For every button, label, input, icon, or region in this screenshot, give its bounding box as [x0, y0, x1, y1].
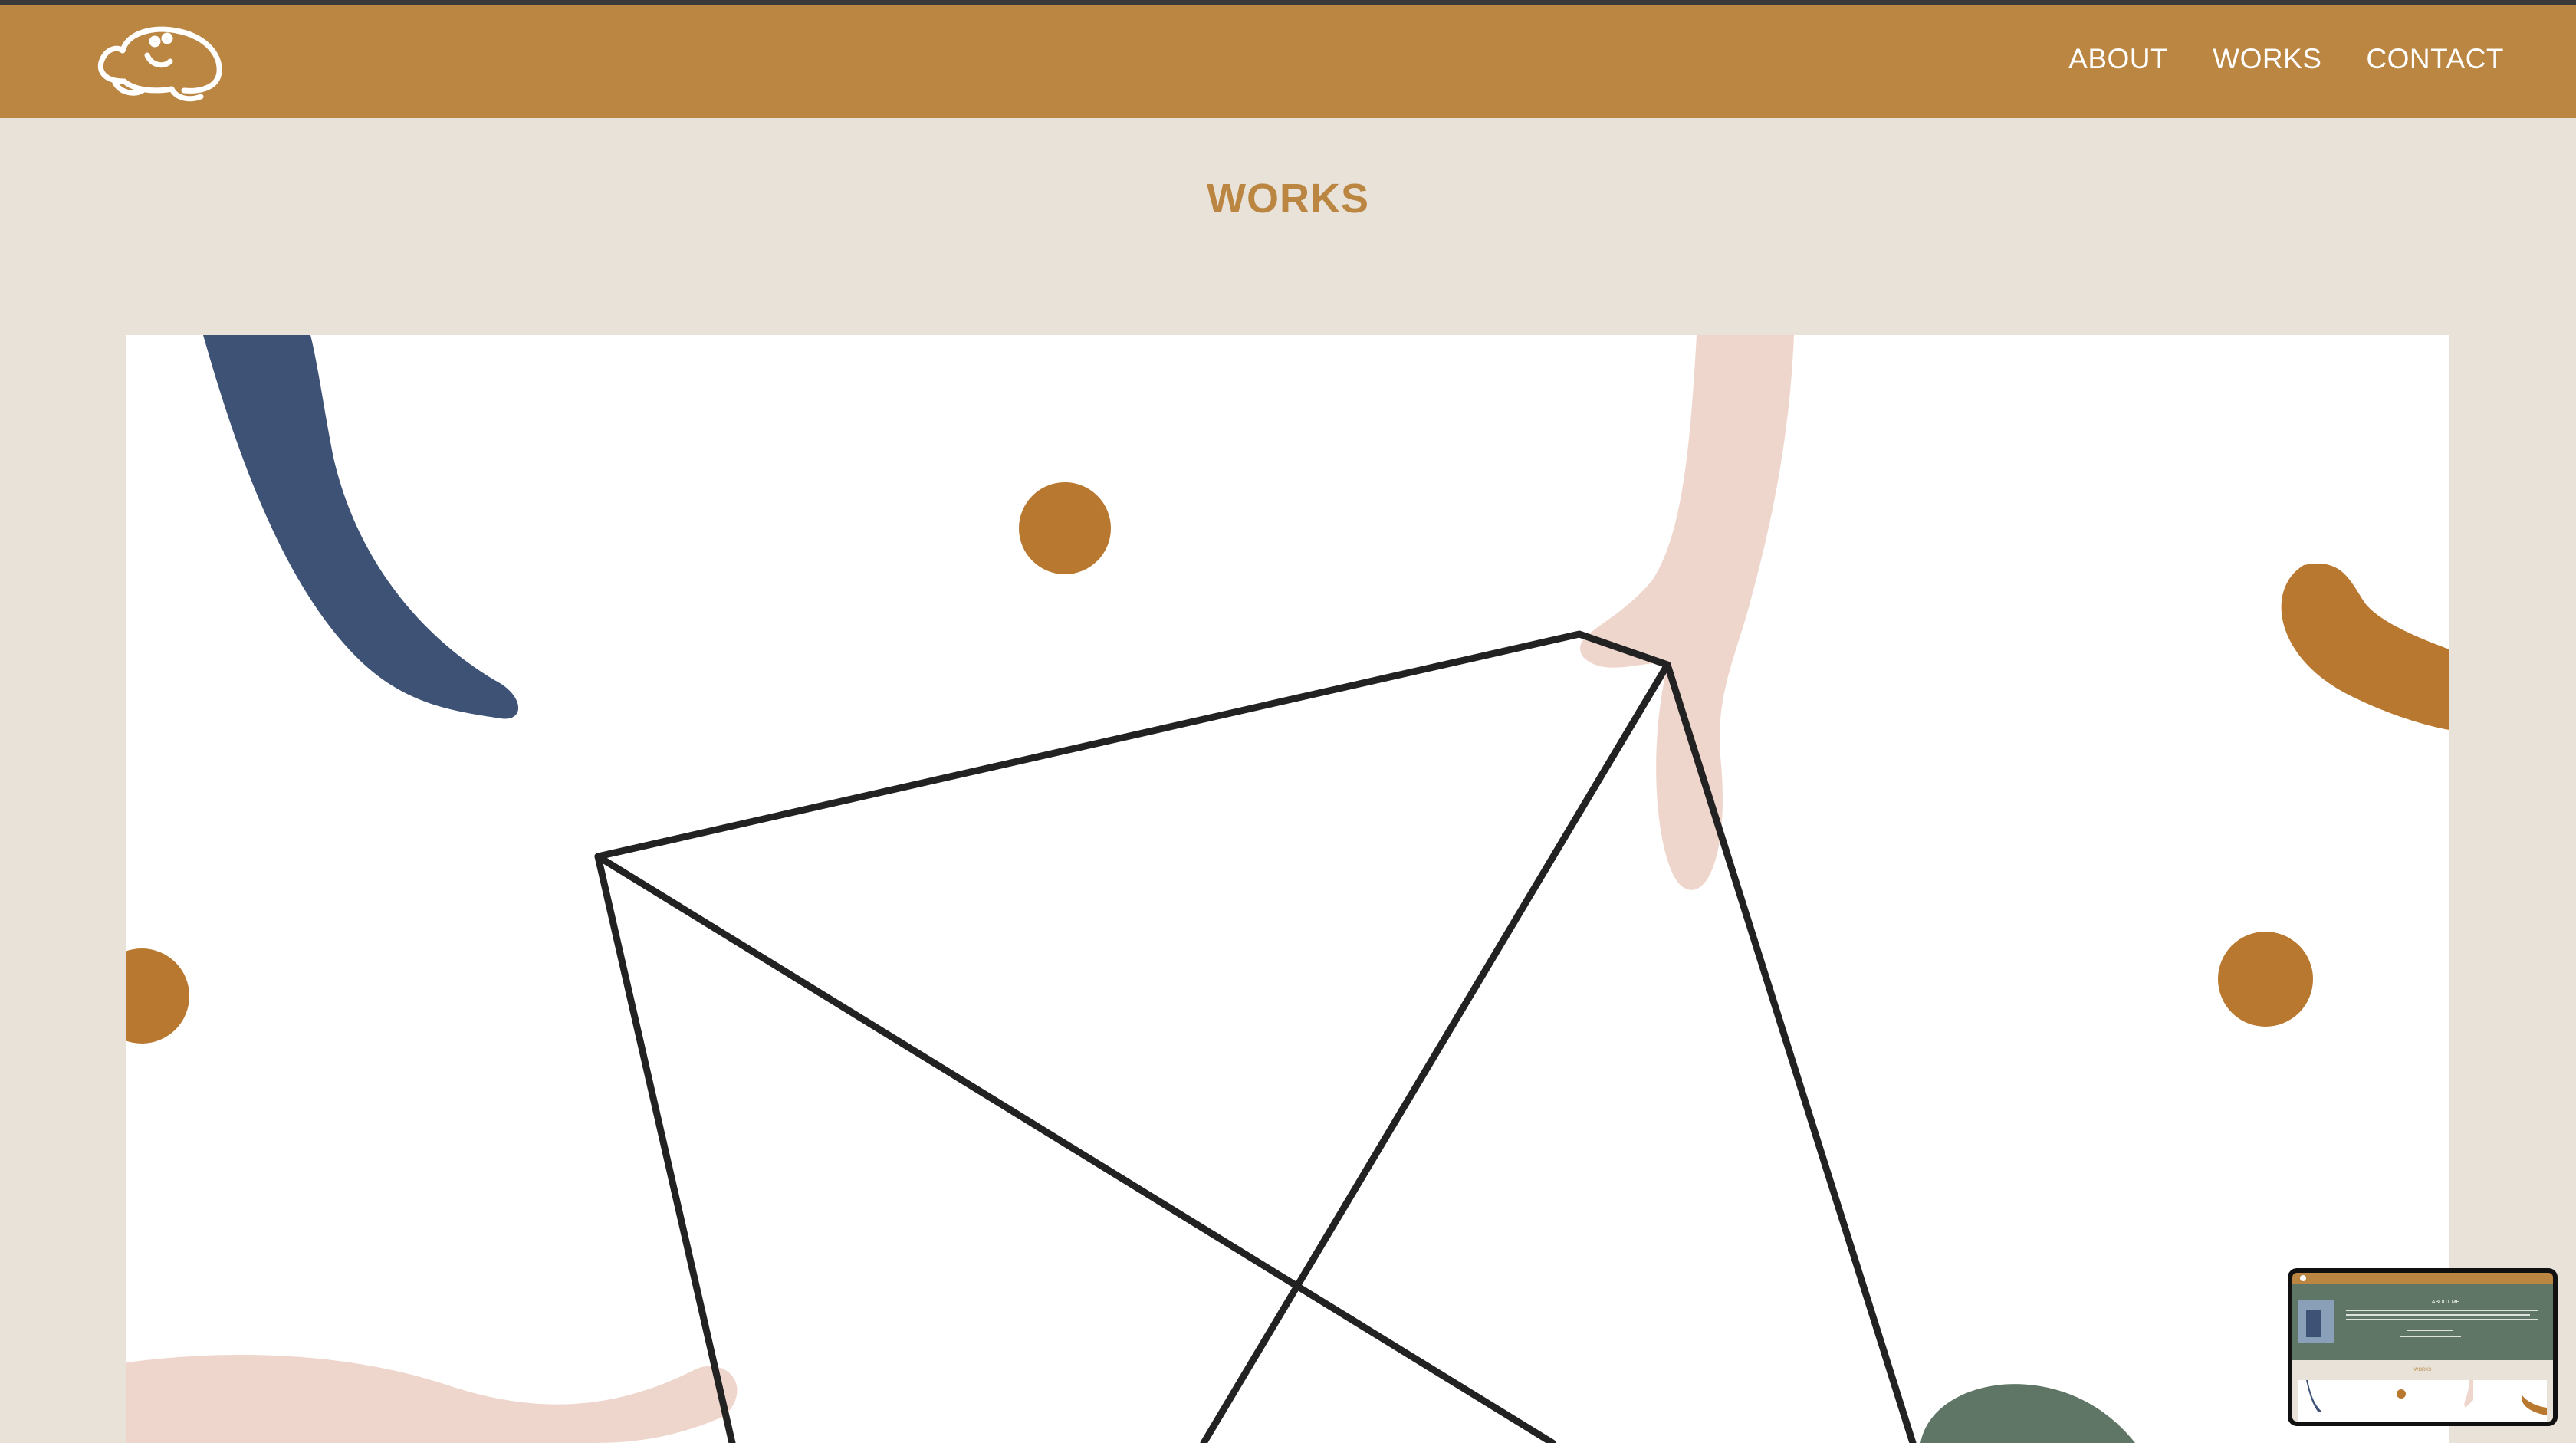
navy-brush-shape: [203, 335, 519, 719]
nav-contact-link[interactable]: CONTACT: [2366, 43, 2504, 75]
kite-outline-shape: [594, 853, 736, 1443]
artwork-image[interactable]: [127, 335, 2450, 1443]
mustard-dot-shape: [1019, 482, 1111, 574]
page-title: WORKS: [1207, 176, 1369, 222]
mustard-dot-shape: [2218, 932, 2313, 1027]
blush-shape: [127, 1355, 738, 1443]
thumbnail-subtitle: WORKS: [2414, 1368, 2432, 1372]
frog-logo-icon[interactable]: [94, 21, 230, 106]
mustard-hook-shape: [2281, 564, 2450, 730]
kite-outline-shape: [1200, 661, 1671, 1443]
page-preview-thumbnail[interactable]: ABOUT ME WORKS: [2288, 1268, 2558, 1426]
mustard-dot-shape: [127, 948, 189, 1044]
blush-shape: [1580, 335, 1794, 890]
kite-outline-shape: [594, 853, 1556, 1443]
site-header: ABOUT WORKS CONTACT: [0, 5, 2576, 118]
main-nav: ABOUT WORKS CONTACT: [2068, 43, 2504, 75]
nav-works-link[interactable]: WORKS: [2213, 43, 2321, 75]
thumbnail-title: ABOUT ME: [2432, 1300, 2460, 1305]
nav-about-link[interactable]: ABOUT: [2068, 43, 2168, 75]
sage-shape: [1921, 1384, 2135, 1443]
